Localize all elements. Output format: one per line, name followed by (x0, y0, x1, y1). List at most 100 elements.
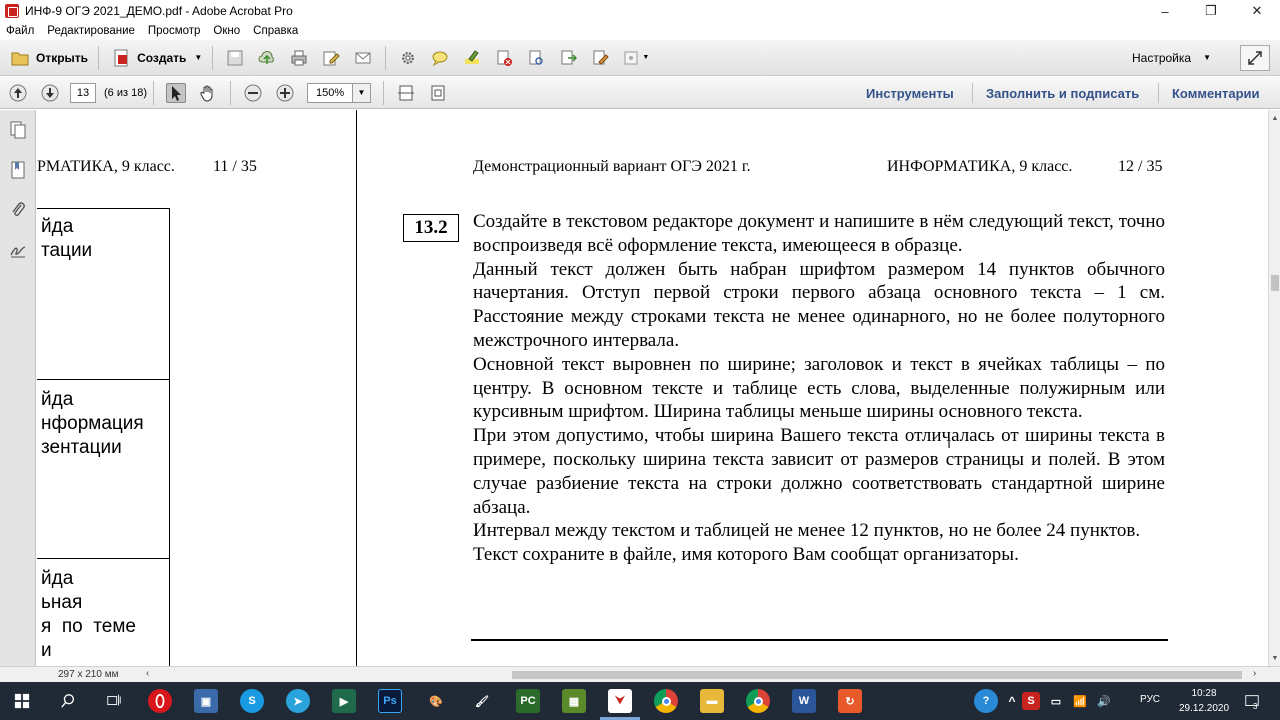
tab-tools[interactable]: Инструменты (866, 77, 954, 109)
left-page: РМАТИКА, 9 класс. 11 / 35 йда тации йда … (37, 110, 356, 666)
menu-file[interactable]: Файл (6, 25, 34, 37)
horizontal-scrollbar-thumb[interactable] (512, 671, 1242, 679)
notifications-icon[interactable] (1240, 689, 1264, 713)
open-label: Открыть (36, 50, 89, 65)
menu-view[interactable]: Просмотр (148, 25, 201, 37)
network-icon[interactable]: 📶 (1068, 689, 1092, 713)
page-size: 297 x 210 мм (58, 669, 119, 680)
create-button[interactable]: Создать ▼ (105, 45, 206, 71)
scroll-right-icon[interactable]: › (1253, 668, 1256, 679)
toolbar-divider (385, 45, 387, 70)
toolbar-divider (229, 80, 231, 105)
redact-icon[interactable] (494, 48, 514, 68)
search-document-icon[interactable] (526, 48, 546, 68)
zoom-select[interactable]: 150% ▼ (306, 82, 371, 103)
table-cell: йда нформация зентации (41, 389, 144, 458)
hand-tool-icon[interactable] (198, 83, 218, 103)
app-orange-icon[interactable]: ↻ (838, 689, 862, 713)
right-page-header: Демонстрационный вариант ОГЭ 2021 г. (473, 158, 751, 175)
close-button[interactable]: ✕ (1234, 0, 1280, 22)
toolbar-divider (152, 80, 154, 105)
gear-icon[interactable] (398, 48, 418, 68)
menu-window[interactable]: Окно (213, 25, 240, 37)
zoom-in-icon[interactable] (275, 83, 295, 103)
camtasia-icon[interactable]: PC (516, 689, 540, 713)
app-tray-red-icon[interactable]: S (1022, 692, 1040, 710)
document-view[interactable]: РМАТИКА, 9 класс. 11 / 35 йда тации йда … (37, 110, 1268, 666)
task-paragraph: Текст сохраните в файле, имя которого Ва… (473, 544, 1019, 566)
windows-taskbar: ▣ S ➤ ▶ Ps 🎨 🖌 PC ▦ ⮟ ▬ W ↻ ? ^ S ▭ 📶 🔊 … (0, 682, 1280, 720)
palette-icon[interactable]: 🖌 (470, 689, 494, 713)
zoom-value: 150% (306, 82, 353, 103)
save-icon[interactable] (225, 48, 245, 68)
chrome-alt-icon[interactable] (746, 689, 770, 713)
more-tools-icon[interactable]: ▼ (622, 48, 650, 68)
sign-icon[interactable] (590, 48, 610, 68)
fit-width-icon[interactable] (396, 83, 416, 103)
windows-start-icon[interactable] (10, 689, 34, 713)
search-icon[interactable] (56, 689, 80, 713)
word-icon[interactable]: W (792, 689, 816, 713)
chevron-down-icon: ▼ (352, 82, 371, 103)
app-green-icon[interactable]: ▶ (332, 689, 356, 713)
attachment-icon[interactable] (8, 200, 28, 220)
scrollbar-thumb[interactable] (1271, 275, 1279, 291)
minimize-button[interactable]: – (1142, 0, 1188, 22)
table-row: йда нформация зентации (37, 380, 169, 559)
next-page-icon[interactable] (40, 83, 60, 103)
chrome-icon[interactable] (654, 689, 678, 713)
task-view-icon[interactable] (102, 689, 126, 713)
scroll-up-icon[interactable]: ▲ (1269, 112, 1280, 124)
expand-icon[interactable] (1240, 44, 1270, 71)
previous-page-icon[interactable] (8, 83, 28, 103)
file-explorer-icon[interactable]: ▬ (700, 689, 724, 713)
page-thumbnails-icon[interactable] (8, 120, 28, 140)
tab-comments[interactable]: Комментарии (1172, 77, 1260, 109)
create-label: Создать (137, 50, 187, 65)
signature-icon[interactable] (8, 240, 28, 260)
clock-time: 10:28 (1191, 688, 1217, 699)
scroll-down-icon[interactable]: ▼ (1269, 652, 1280, 664)
telegram-icon[interactable]: ➤ (286, 689, 310, 713)
task-paragraph: Интервал между текстом и таблицей не мен… (473, 520, 1141, 542)
acrobat-taskbar-icon[interactable]: ⮟ (608, 689, 632, 713)
export-icon[interactable] (558, 48, 578, 68)
excel-chart-icon[interactable]: ▦ (562, 689, 586, 713)
table-row: йда ьная я по теме и (37, 559, 169, 666)
menu-help[interactable]: Справка (253, 25, 298, 37)
highlight-icon[interactable] (462, 48, 482, 68)
language-indicator[interactable]: РУС (1140, 694, 1160, 705)
opera-icon[interactable] (148, 689, 172, 713)
fit-page-icon[interactable] (428, 83, 448, 103)
photoshop-icon[interactable]: Ps (378, 689, 402, 713)
clock[interactable]: 10:28 29.12.2020 (1174, 686, 1234, 716)
email-icon[interactable] (353, 48, 373, 68)
edit-icon[interactable] (321, 48, 341, 68)
print-icon[interactable] (289, 48, 309, 68)
restore-button[interactable]: ❐ (1188, 0, 1234, 22)
scroll-left-icon[interactable]: ‹ (146, 668, 149, 679)
open-button[interactable]: Открыть (4, 45, 92, 71)
cloud-upload-icon[interactable] (257, 48, 277, 68)
vertical-scrollbar[interactable]: ▲ ▼ (1268, 110, 1280, 666)
customize-button[interactable]: Настройка ▼ (1128, 45, 1215, 71)
bookmark-icon[interactable] (8, 160, 28, 180)
right-page-number: 12 / 35 (1118, 158, 1163, 175)
volume-icon[interactable]: 🔊 (1092, 689, 1116, 713)
menu-edit[interactable]: Редактирование (47, 25, 135, 37)
paint-icon[interactable]: 🎨 (424, 689, 448, 713)
help-icon[interactable]: ? (974, 689, 998, 713)
chevron-up-icon[interactable]: ^ (1000, 689, 1024, 713)
select-cursor-icon[interactable] (165, 82, 186, 103)
network-app-icon[interactable]: ▣ (194, 689, 218, 713)
skype-icon[interactable]: S (240, 689, 264, 713)
main-toolbar: Открыть Создать ▼ ▼ Настройка ▼ (0, 40, 1280, 76)
comment-icon[interactable] (430, 48, 450, 68)
toolbar-divider (98, 45, 100, 70)
zoom-out-icon[interactable] (243, 83, 263, 103)
page-number-input[interactable]: 13 (70, 82, 96, 103)
battery-icon[interactable]: ▭ (1044, 689, 1068, 713)
window-controls: – ❐ ✕ (1142, 0, 1280, 22)
tab-fill-and-sign[interactable]: Заполнить и подписать (986, 77, 1139, 109)
status-bar: 297 x 210 мм ‹ › (0, 666, 1280, 682)
